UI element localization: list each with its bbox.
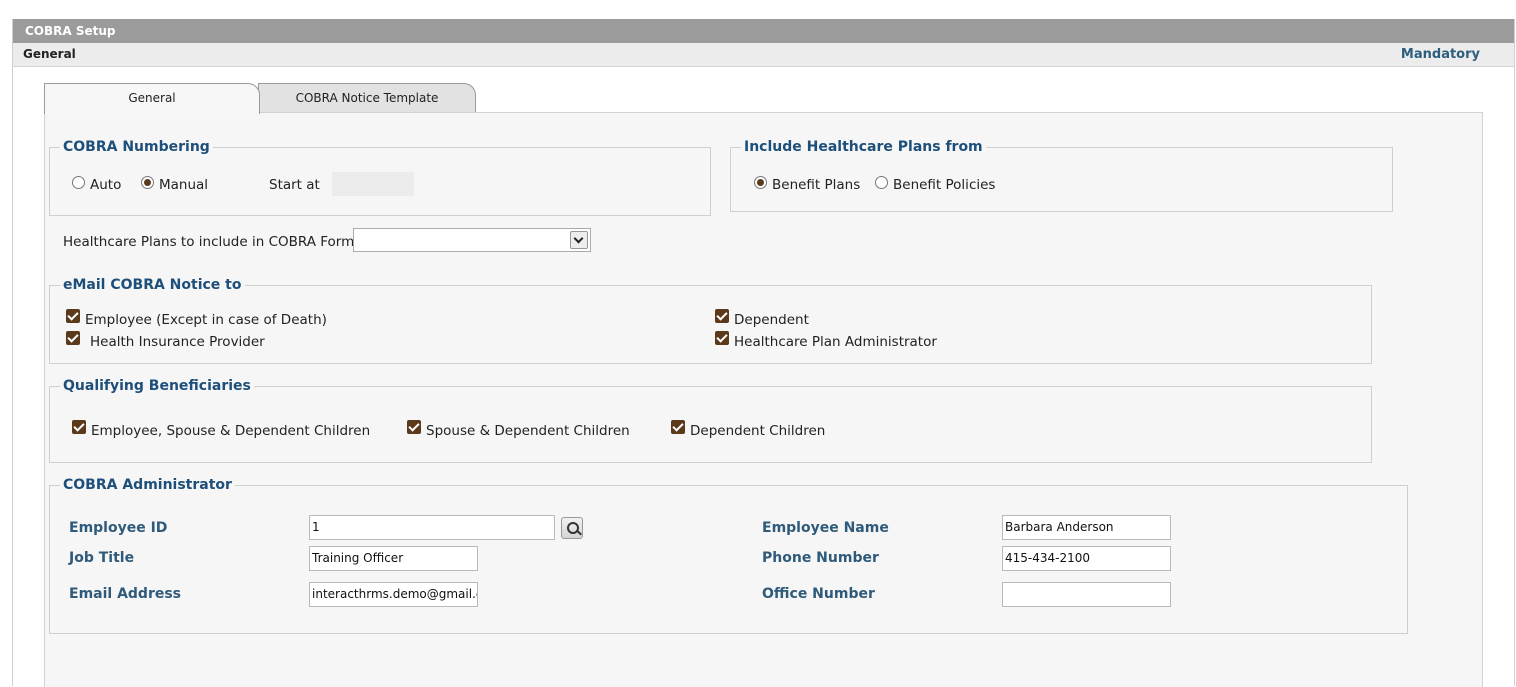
tab-cobra-notice-template[interactable]: COBRA Notice Template [258,83,476,113]
employee-spouse-children-checkbox[interactable] [72,420,86,434]
dependent-checkbox-label: Dependent [734,312,809,328]
office-number-label: Office Number [762,586,875,602]
employee-name-label: Employee Name [762,520,889,536]
healthcare-plan-admin-checkbox[interactable] [715,331,729,345]
manual-radio[interactable] [141,176,154,189]
phone-number-label: Phone Number [762,550,879,566]
email-notice-legend: eMail COBRA Notice to [63,277,242,293]
auto-radio[interactable] [72,176,85,189]
employee-checkbox[interactable] [66,309,80,323]
tab-content: COBRA Numbering Auto Manual Start at Inc… [44,112,1483,687]
job-title-label: Job Title [69,550,135,566]
plans-form-select[interactable] [353,228,591,252]
start-at-label: Start at [269,177,320,193]
office-number-input[interactable] [1002,582,1171,607]
employee-id-input[interactable]: 1 [309,515,555,540]
plans-form-label: Healthcare Plans to include in COBRA For… [63,234,355,250]
employee-id-label: Employee ID [69,520,168,536]
spouse-children-label: Spouse & Dependent Children [426,423,630,439]
email-address-input[interactable]: interacthrms.demo@gmail.com [309,582,478,607]
title-bar: COBRA Setup [13,19,1514,43]
start-at-input[interactable] [332,172,414,196]
healthcare-plan-admin-label: Healthcare Plan Administrator [734,334,937,350]
employee-lookup-button[interactable] [561,517,583,539]
job-title-input[interactable]: Training Officer [309,546,478,571]
email-address-label: Email Address [69,586,182,602]
page-title: COBRA Setup [25,24,116,38]
include-plans-group: Include Healthcare Plans from [730,139,1393,212]
manual-label: Manual [159,177,209,193]
mandatory-link[interactable]: Mandatory [1401,43,1480,66]
employee-name-input[interactable]: Barbara Anderson [1002,515,1171,540]
auto-label: Auto [90,177,122,193]
tab-general[interactable]: General [44,83,260,114]
phone-number-input[interactable]: 415-434-2100 [1002,546,1171,571]
health-insurance-provider-checkbox[interactable] [66,331,80,345]
health-insurance-provider-label: Health Insurance Provider [90,334,265,350]
benefit-policies-radio[interactable] [875,176,888,189]
search-icon [567,522,579,534]
cobra-numbering-legend: COBRA Numbering [63,139,210,155]
cobra-administrator-legend: COBRA Administrator [63,477,232,493]
qualifying-beneficiaries-legend: Qualifying Beneficiaries [63,378,251,394]
employee-checkbox-label: Employee (Except in case of Death) [85,312,327,328]
spouse-children-checkbox[interactable] [407,420,421,434]
include-plans-legend: Include Healthcare Plans from [744,139,983,155]
dependent-checkbox[interactable] [715,309,729,323]
benefit-plans-radio[interactable] [754,176,767,189]
dependent-children-checkbox[interactable] [671,420,685,434]
qualifying-beneficiaries-group: Qualifying Beneficiaries [49,378,1372,463]
chevron-down-icon[interactable] [570,231,588,249]
cobra-administrator-group: COBRA Administrator [49,477,1408,634]
section-bar: General Mandatory [13,43,1514,67]
section-title: General [23,47,76,61]
dependent-children-label: Dependent Children [690,423,826,439]
benefit-policies-label: Benefit Policies [893,177,996,193]
employee-spouse-children-label: Employee, Spouse & Dependent Children [91,423,371,439]
cobra-setup-panel: COBRA Setup General Mandatory General CO… [12,19,1515,687]
benefit-plans-label: Benefit Plans [772,177,861,193]
